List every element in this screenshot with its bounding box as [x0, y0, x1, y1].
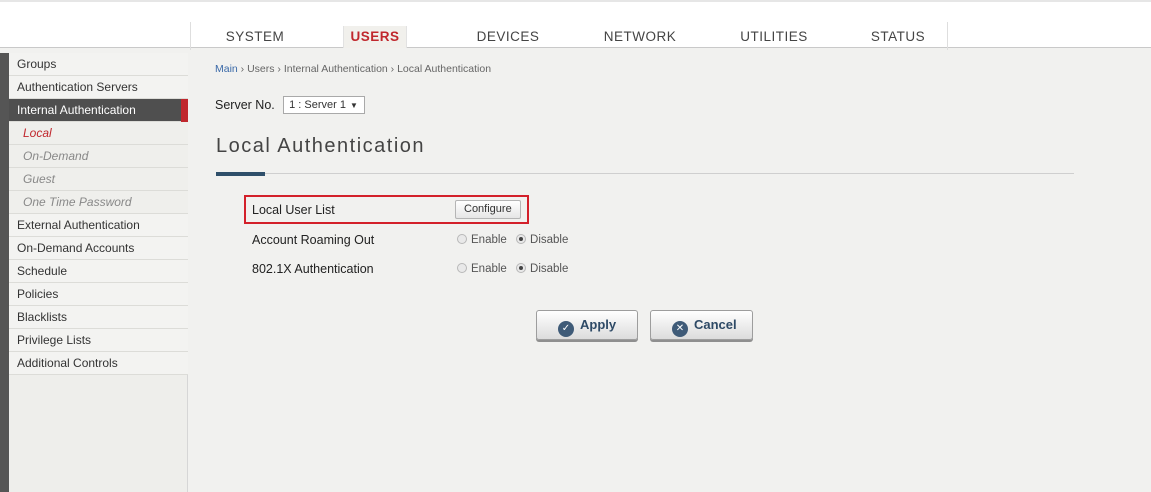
- breadcrumb: Main › Users › Internal Authentication ›…: [215, 63, 491, 75]
- sidebar-item-additional-controls[interactable]: Additional Controls: [9, 352, 188, 375]
- roaming-disable-label: Disable: [530, 234, 569, 246]
- sidebar-item-policies[interactable]: Policies: [9, 283, 188, 306]
- sidebar-subitem-local[interactable]: Local: [9, 122, 188, 145]
- dot1x-auth-row: 802.1X Authentication Enable Disable: [252, 258, 582, 280]
- apply-label: Apply: [580, 317, 617, 332]
- apply-button[interactable]: ✓ Apply: [536, 310, 638, 340]
- sidebar-rail: [0, 53, 9, 492]
- tab-devices[interactable]: DEVICES: [475, 26, 541, 48]
- title-divider: [216, 173, 1074, 174]
- tab-system[interactable]: SYSTEM: [225, 26, 285, 48]
- dot1x-enable-label: Enable: [471, 263, 507, 275]
- dot1x-disable-radio[interactable]: [516, 263, 527, 273]
- caret-down-icon: ▼: [349, 101, 358, 110]
- close-circle-icon: ✕: [672, 321, 688, 337]
- sidebar-subitem-on-demand[interactable]: On-Demand: [9, 145, 188, 168]
- cancel-button[interactable]: ✕ Cancel: [650, 310, 753, 340]
- server-select[interactable]: 1 : Server 1 ▼: [283, 96, 365, 114]
- tab-users[interactable]: USERS: [343, 26, 407, 48]
- dot1x-disable-label: Disable: [530, 263, 569, 275]
- tab-utilities[interactable]: UTILITIES: [739, 26, 809, 48]
- account-roaming-row: Account Roaming Out Enable Disable: [252, 229, 582, 251]
- roaming-enable-label: Enable: [471, 234, 507, 246]
- breadcrumb-path: › Users › Internal Authentication › Loca…: [237, 63, 492, 75]
- configure-button[interactable]: Configure: [455, 200, 521, 219]
- sidebar-item-blacklists[interactable]: Blacklists: [9, 306, 188, 329]
- sidebar-item-on-demand-accounts[interactable]: On-Demand Accounts: [9, 237, 188, 260]
- sidebar-menu: Groups Authentication Servers Internal A…: [9, 53, 188, 375]
- server-select-value: 1 : Server 1: [289, 99, 346, 111]
- account-roaming-label: Account Roaming Out: [252, 233, 375, 247]
- nav-divider: [947, 22, 948, 50]
- server-selector-row: Server No. 1 : Server 1 ▼: [215, 96, 365, 116]
- roaming-enable-radio[interactable]: [457, 234, 467, 244]
- breadcrumb-main-link[interactable]: Main: [215, 63, 238, 75]
- top-nav-tabs: SYSTEM USERS DEVICES NETWORK UTILITIES S…: [190, 22, 1151, 50]
- cancel-label: Cancel: [694, 317, 737, 332]
- dot1x-enable-radio[interactable]: [457, 263, 467, 273]
- tab-network[interactable]: NETWORK: [603, 26, 677, 48]
- sidebar-item-authentication-servers[interactable]: Authentication Servers: [9, 76, 188, 99]
- account-roaming-options: Enable Disable: [457, 229, 574, 251]
- check-circle-icon: ✓: [558, 321, 574, 337]
- sidebar-item-privilege-lists[interactable]: Privilege Lists: [9, 329, 188, 352]
- sidebar-subitem-one-time-password[interactable]: One Time Password: [9, 191, 188, 214]
- tab-status[interactable]: STATUS: [866, 26, 930, 48]
- sidebar-item-internal-authentication[interactable]: Internal Authentication: [9, 99, 188, 122]
- page-title: Local Authentication: [216, 135, 426, 157]
- title-accent-bar: [216, 172, 265, 176]
- local-user-list-label: Local User List: [252, 203, 335, 217]
- server-label: Server No.: [215, 98, 275, 112]
- dot1x-auth-options: Enable Disable: [457, 258, 574, 280]
- top-nav: SYSTEM USERS DEVICES NETWORK UTILITIES S…: [0, 0, 1151, 50]
- sidebar-item-schedule[interactable]: Schedule: [9, 260, 188, 283]
- sidebar: Groups Authentication Servers Internal A…: [0, 53, 188, 492]
- sidebar-item-groups[interactable]: Groups: [9, 53, 188, 76]
- local-user-list-row: Local User List: [252, 199, 335, 221]
- sidebar-subitem-guest[interactable]: Guest: [9, 168, 188, 191]
- dot1x-auth-label: 802.1X Authentication: [252, 262, 374, 276]
- sidebar-item-external-authentication[interactable]: External Authentication: [9, 214, 188, 237]
- roaming-disable-radio[interactable]: [516, 234, 527, 244]
